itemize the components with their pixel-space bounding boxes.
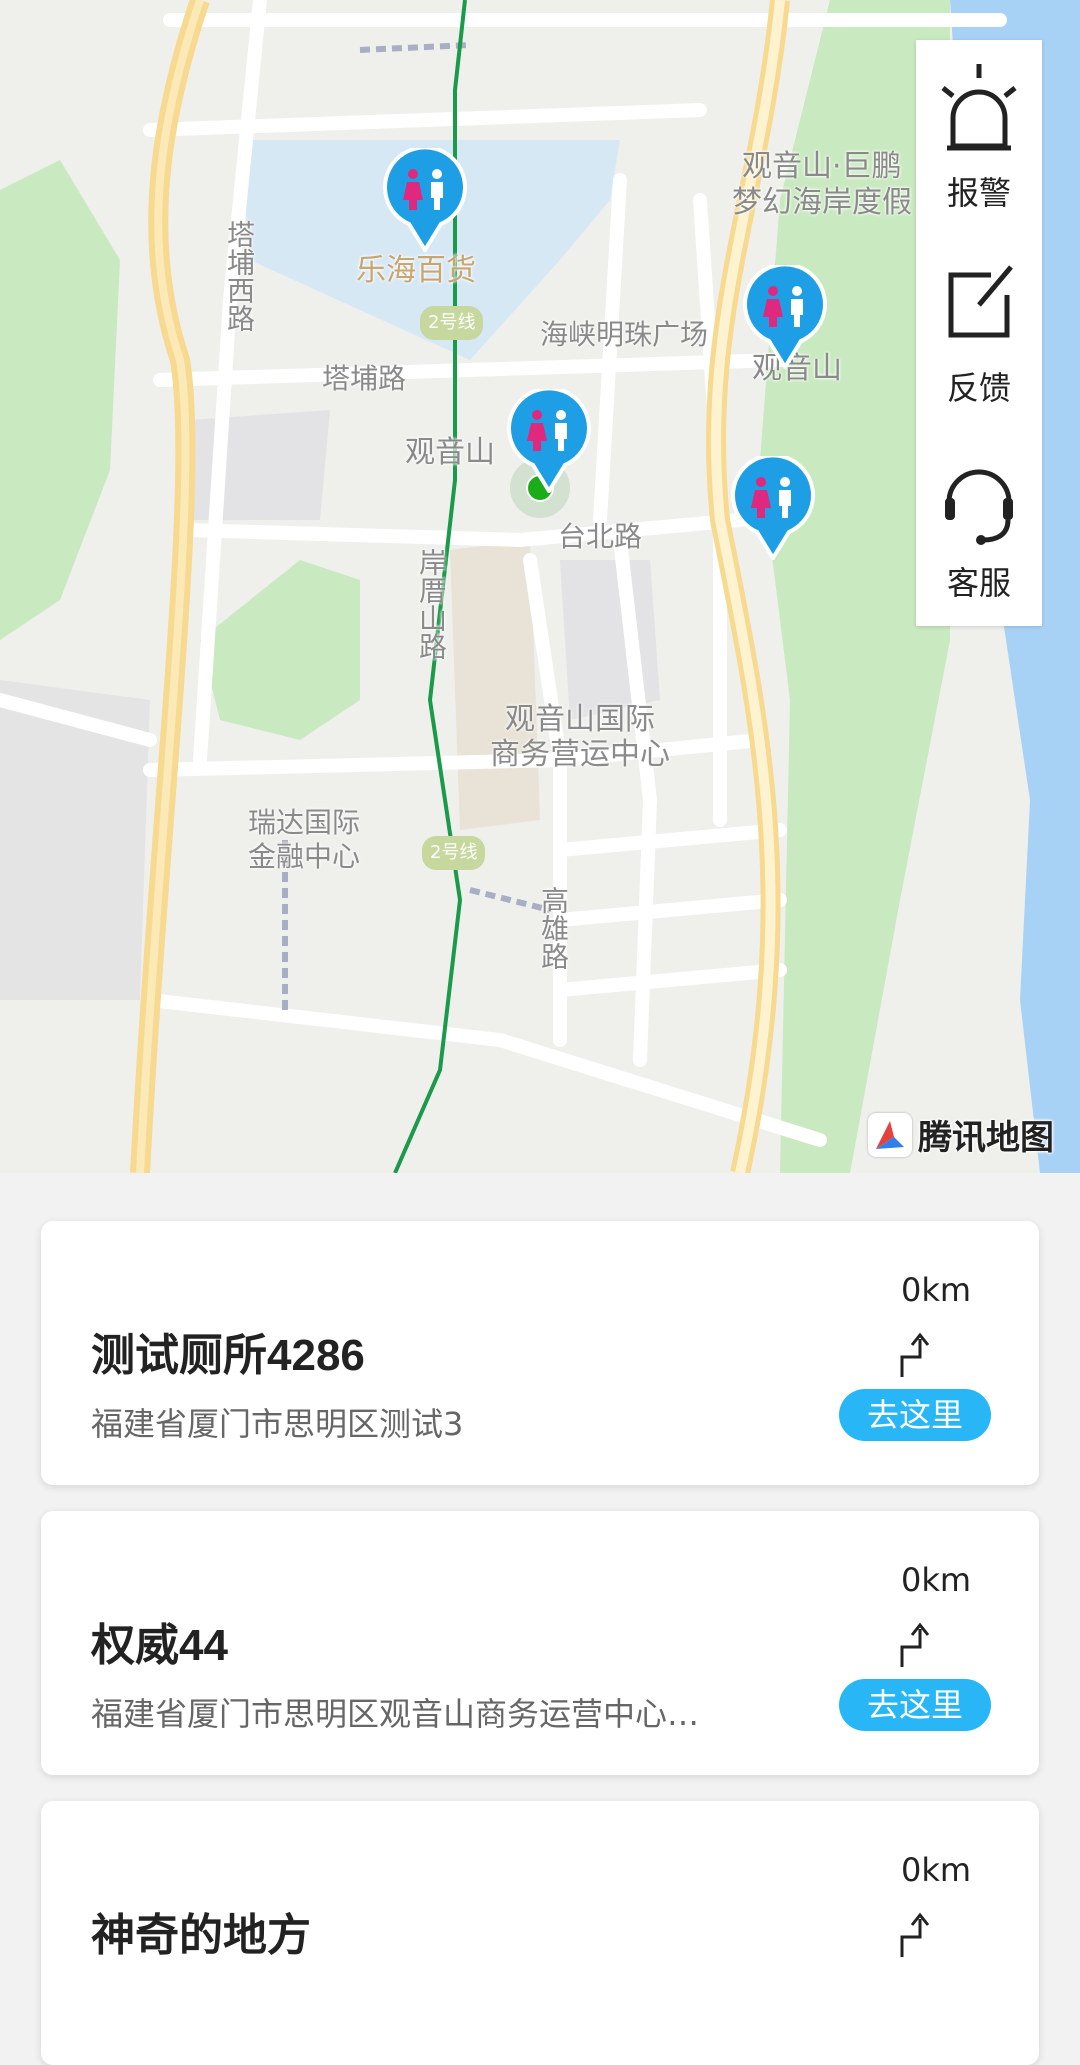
map-label-center-1: 观音山国际 [505,702,655,737]
map-label-beach-2: 梦幻海岸度假 [732,185,912,220]
alarm-icon [941,64,1017,151]
feedback-label: 反馈 [946,369,1011,407]
map-label-pinghu: 岸厝山路 [415,548,448,660]
map-label-gaoxiong-road: 高雄路 [537,886,570,970]
map-provider-name: 腾讯地图 [918,1118,1054,1158]
toilet-address: 福建省厦门市思明区测试3 [91,1405,464,1443]
tencent-map-logo: 腾讯地图 [868,1110,1054,1159]
map-view[interactable]: 乐海百货 海峡明珠广场 观音山 观音山 塔埔路 塔埔西路 台北路 岸厝山路 观音… [0,0,1080,1173]
toilet-name: 权威44 [91,1621,228,1670]
customer-service-button[interactable]: 客服 [916,430,1042,620]
map-label-ruida-1: 瑞达国际 [248,806,361,839]
service-label: 客服 [946,564,1011,602]
toilet-card[interactable]: 权威44 福建省厦门市思明区观音山商务运营中心… 0km 去这里 [41,1511,1039,1775]
toilet-card[interactable]: 测试厕所4286 福建省厦门市思明区测试3 0km 去这里 [41,1221,1039,1485]
map-label-guanyinshan-metro: 观音山 [405,435,495,470]
alarm-button[interactable]: 报警 [916,40,1042,230]
toilet-address: 福建省厦门市思明区观音山商务运营中心… [91,1695,700,1733]
go-here-button[interactable]: 去这里 [839,1679,991,1731]
toilet-name: 测试厕所4286 [91,1331,365,1380]
side-action-panel: 报警 反馈 客服 [916,40,1042,626]
feedback-icon [948,265,1013,338]
restroom-pin-icon[interactable] [731,453,815,562]
toilet-distance: 0km [900,1561,972,1599]
metro-line-badge: 2号线 [420,306,484,340]
map-label-haixia: 海峡明珠广场 [540,318,709,351]
toilet-distance: 0km [900,1851,972,1889]
toilet-list: 测试厕所4286 福建省厦门市思明区测试3 0km 去这里 权威44 福建省厦门… [0,1173,1080,2065]
go-here-button[interactable]: 去这里 [839,1389,991,1441]
map-label-ruida-2: 金融中心 [248,840,361,873]
turn-right-icon [900,1622,930,1667]
restroom-pin-icon[interactable] [383,145,467,254]
toilet-card[interactable]: 神奇的地方 0km [41,1801,1039,2065]
headset-icon [945,469,1013,545]
toilet-distance: 0km [900,1271,972,1309]
restroom-pin-icon[interactable] [743,262,827,371]
turn-right-icon [900,1332,930,1377]
map-label-tapu-road: 塔埔路 [322,362,407,395]
map-label-lehai: 乐海百货 [356,253,476,288]
toilet-name: 神奇的地方 [91,1911,311,1960]
compass-icon [868,1112,912,1157]
feedback-button[interactable]: 反馈 [916,235,1042,425]
alarm-label: 报警 [946,174,1011,212]
restroom-pin-icon[interactable] [507,386,591,495]
map-label-taibei-road: 台北路 [558,520,643,553]
map-label-tapu-west: 塔埔西路 [223,220,256,332]
map-label-center-2: 商务营运中心 [490,737,670,772]
turn-right-icon [900,1912,930,1957]
map-label-beach-1: 观音山·巨鹏 [742,149,902,184]
metro-line-badge: 2号线 [422,836,486,870]
